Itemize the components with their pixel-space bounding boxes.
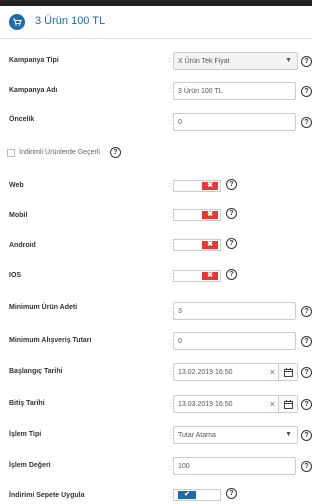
panel-header: 3 Ürün 100 TL [0, 6, 312, 39]
campaign-name-label: Kampanya Adı [9, 87, 58, 94]
android-toggle[interactable]: ✖ [173, 239, 221, 251]
min-purchase-amount-label: Minimum Alışveriş Tutarı [9, 337, 92, 344]
colon: : [169, 370, 171, 377]
end-date-label: Bitiş Tarihi [9, 400, 45, 407]
apply-to-cart-label: İndirimi Sepete Uygula [9, 492, 85, 499]
priority-label: Öncelik [9, 116, 35, 123]
chevron-down-icon: ▼ [285, 57, 292, 64]
help-icon[interactable]: ? [301, 336, 312, 347]
end-date-input[interactable]: 13.03.2019 16:50 × [173, 395, 298, 413]
help-icon[interactable]: ? [301, 117, 312, 128]
colon: : [169, 87, 171, 94]
page-title: 3 Ürün 100 TL [35, 15, 106, 27]
help-icon[interactable]: ? [226, 208, 237, 219]
mobile-toggle[interactable]: ✖ [173, 209, 221, 221]
toggle-off-icon: ✖ [202, 182, 218, 190]
campaign-type-select[interactable]: X Ürün Tek Fiyat ▼ [173, 52, 298, 70]
help-icon[interactable]: ? [301, 430, 312, 441]
calendar-icon[interactable] [278, 364, 297, 380]
calendar-icon[interactable] [278, 396, 297, 412]
campaign-type-value: X Ürün Tek Fiyat [178, 57, 230, 65]
help-icon[interactable]: ? [226, 238, 237, 249]
discounted-products-checkbox-row[interactable]: İndirimli Ürünlerde Geçerli ? [7, 147, 121, 158]
clear-icon[interactable]: × [270, 399, 275, 409]
apply-to-cart-toggle[interactable]: ✔ [173, 489, 221, 501]
web-toggle[interactable]: ✖ [173, 180, 221, 192]
campaign-name-value: 3 Ürün 100 TL [178, 87, 223, 95]
help-icon[interactable]: ? [226, 179, 237, 190]
discounted-products-checkbox[interactable] [7, 148, 15, 157]
colon: : [169, 212, 171, 219]
ios-toggle[interactable]: ✖ [173, 270, 221, 282]
min-product-count-value: 3 [178, 307, 182, 315]
toggle-off-icon: ✖ [202, 211, 218, 219]
help-icon[interactable]: ? [109, 147, 121, 158]
operation-type-value: Tutar Atama [178, 431, 216, 439]
min-product-count-label: Minimum Ürün Adeti [9, 304, 78, 311]
help-icon[interactable]: ? [301, 367, 312, 378]
help-icon[interactable]: ? [301, 86, 312, 97]
colon: : [169, 119, 171, 126]
toggle-on-icon: ✔ [178, 491, 196, 499]
toggle-off-icon: ✖ [202, 241, 218, 249]
help-icon[interactable]: ? [301, 399, 312, 410]
min-product-count-input[interactable]: 3 [173, 302, 296, 320]
min-purchase-amount-value: 0 [178, 337, 182, 345]
help-icon[interactable]: ? [226, 488, 237, 499]
campaign-name-input[interactable]: 3 Ürün 100 TL [173, 82, 296, 100]
colon: : [169, 57, 171, 64]
colon: : [169, 465, 171, 472]
help-icon[interactable]: ? [301, 56, 312, 67]
colon: : [169, 272, 171, 279]
chevron-down-icon: ▼ [285, 431, 292, 438]
operation-value-input[interactable]: 100 [173, 457, 296, 475]
colon: : [169, 182, 171, 189]
colon: : [169, 402, 171, 409]
help-icon[interactable]: ? [226, 269, 237, 280]
priority-input[interactable]: 0 [173, 113, 296, 131]
operation-value-value: 100 [178, 462, 190, 470]
operation-type-label: İşlem Tipi [9, 431, 42, 438]
ios-label: IOS [9, 272, 22, 279]
cart-icon [9, 14, 25, 30]
operation-value-label: İşlem Değeri [9, 462, 51, 469]
web-label: Web [9, 182, 24, 189]
help-icon[interactable]: ? [301, 306, 312, 317]
colon: : [169, 242, 171, 249]
end-date-value: 13.03.2019 16:50 [178, 400, 233, 408]
operation-type-select[interactable]: Tutar Atama ▼ [173, 426, 298, 444]
clear-icon[interactable]: × [270, 367, 275, 377]
campaign-type-label: Kampanya Tipi [9, 57, 59, 64]
mobile-label: Mobil [9, 212, 28, 219]
start-date-input[interactable]: 13.02.2019 16:50 × [173, 363, 298, 381]
help-icon[interactable]: ? [301, 461, 312, 472]
start-date-label: Başlangıç Tarihi [9, 368, 63, 375]
android-label: Android [9, 242, 36, 249]
colon: : [169, 307, 171, 314]
colon: : [169, 339, 171, 346]
colon: : [169, 492, 171, 499]
min-purchase-amount-input[interactable]: 0 [173, 332, 296, 350]
colon: : [169, 434, 171, 441]
toggle-off-icon: ✖ [202, 272, 218, 280]
discounted-products-label: İndirimli Ürünlerde Geçerli [19, 149, 100, 156]
priority-value: 0 [178, 118, 182, 126]
start-date-value: 13.02.2019 16:50 [178, 368, 233, 376]
